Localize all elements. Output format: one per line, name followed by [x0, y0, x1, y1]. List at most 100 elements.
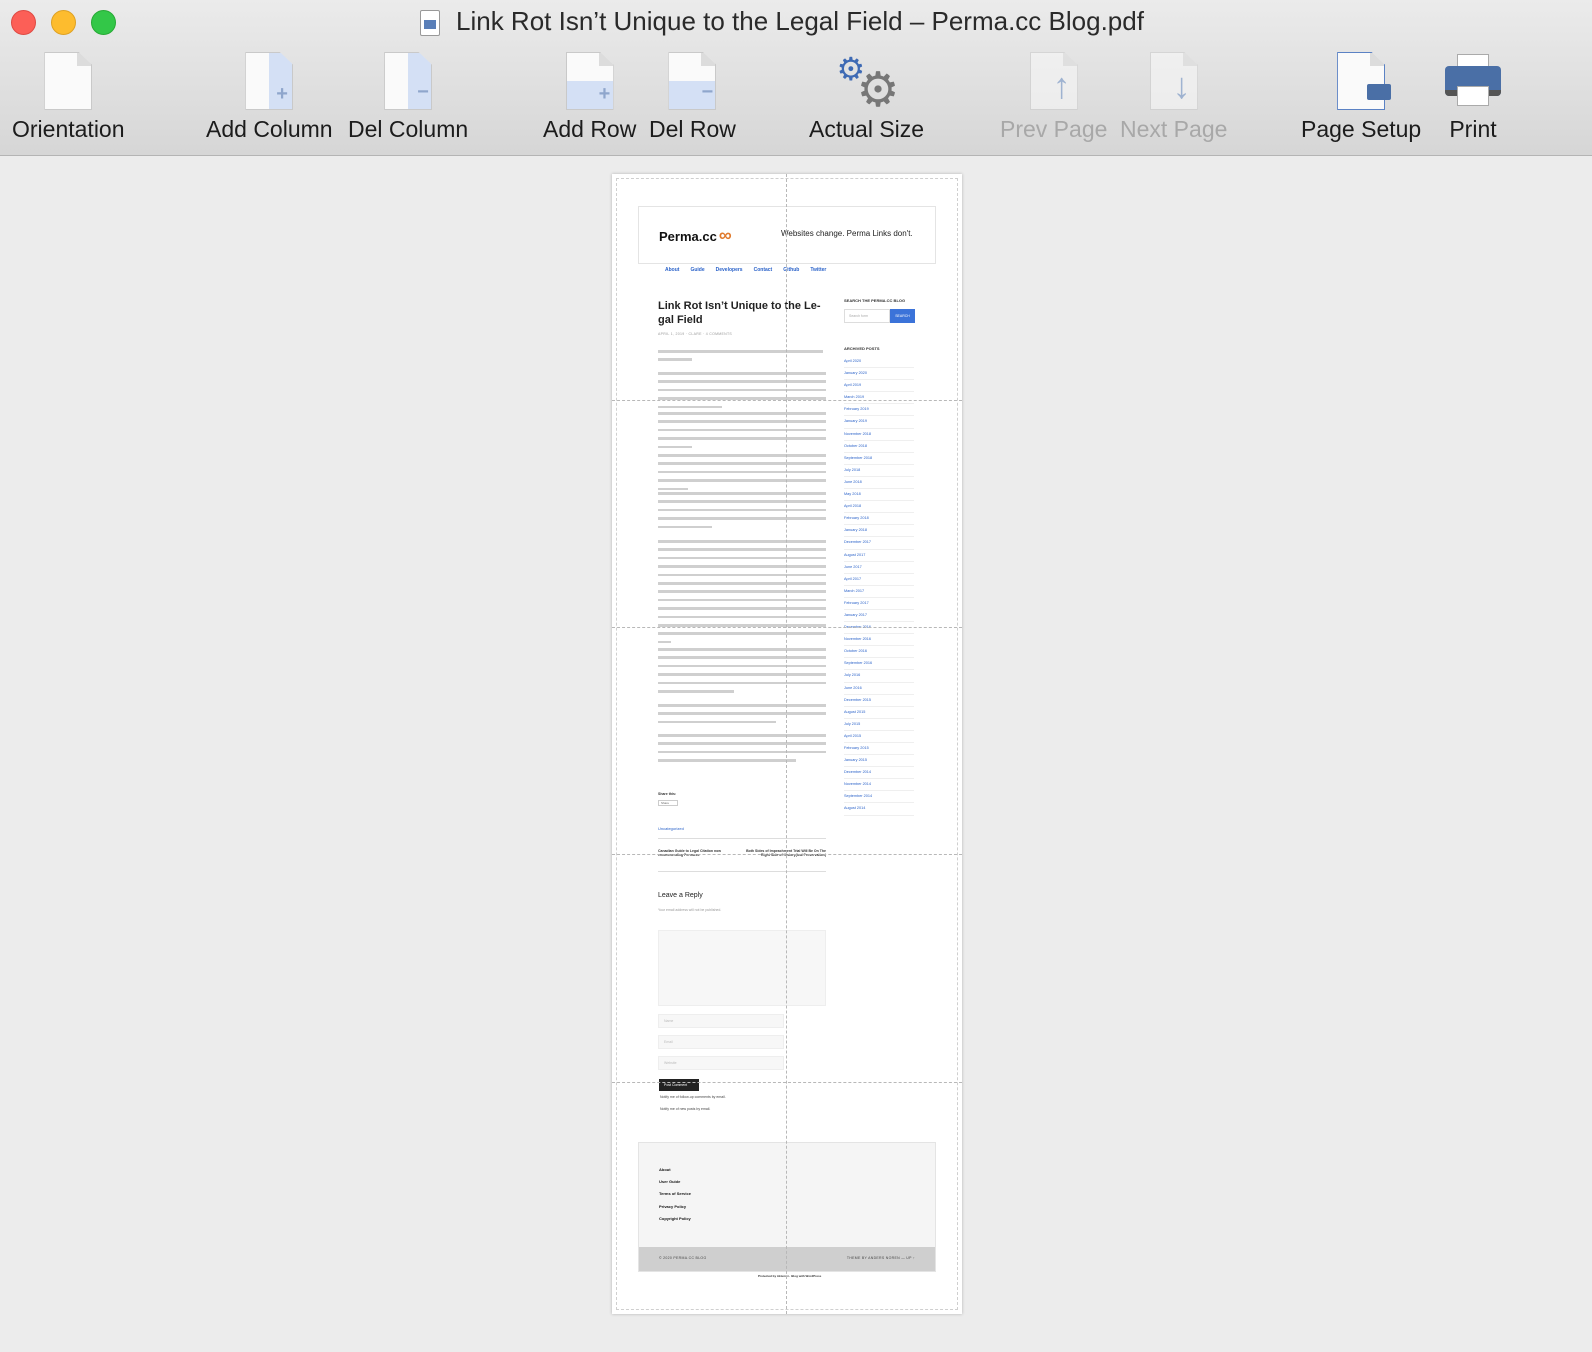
archive-link[interactable]: July 2016: [844, 670, 914, 683]
notify-followup-checkbox[interactable]: Notify me of follow-up comments by email…: [660, 1095, 726, 1099]
post-meta: APRIL 1, 2019 · CLARE · 4 COMMENTS: [658, 332, 733, 336]
archive-link[interactable]: April 2018: [844, 501, 914, 514]
close-window-button[interactable]: [11, 10, 36, 35]
archive-link[interactable]: September 2016: [844, 658, 914, 671]
archive-link[interactable]: September 2018: [844, 453, 914, 465]
del-column-button[interactable]: − Del Column: [348, 48, 468, 143]
site-nav: About Guide Developers Contact Github Tw…: [665, 267, 826, 273]
row-divider-guide[interactable]: [612, 627, 962, 628]
minimize-window-button[interactable]: [51, 10, 76, 35]
row-divider-guide[interactable]: [612, 1082, 962, 1083]
footer-link-user-guide[interactable]: User Guide: [659, 1179, 691, 1191]
archive-link[interactable]: February 2017: [844, 598, 914, 610]
footer-theme-credit: THEME BY ANDERS NOREN — UP ↑: [846, 1256, 915, 1260]
add-column-icon: +: [237, 48, 301, 114]
archive-link[interactable]: January 2020: [844, 368, 914, 381]
infinity-icon: ∞: [718, 225, 732, 245]
archives-title: ARCHIVED POSTS: [844, 346, 880, 351]
window-titlebar: Link Rot Isn’t Unique to the Legal Field…: [0, 0, 1592, 156]
archive-link[interactable]: November 2016: [844, 634, 914, 647]
archive-link[interactable]: January 2018: [844, 525, 914, 538]
add-row-icon: +: [558, 48, 622, 114]
nav-item-twitter: Twitter: [810, 267, 827, 273]
sidebar-search-title: SEARCH THE PERMA.CC BLOG: [844, 298, 906, 303]
archive-link[interactable]: June 2017: [844, 562, 914, 574]
nav-item-developers: Developers: [715, 267, 743, 273]
footer-link-copyright[interactable]: Copyright Policy: [659, 1216, 691, 1228]
archive-link[interactable]: February 2018: [844, 513, 914, 526]
name-field[interactable]: Name: [658, 1014, 784, 1028]
archive-link[interactable]: February 2019: [844, 404, 914, 417]
archive-link[interactable]: April 2019: [844, 380, 914, 393]
archive-link[interactable]: February 2015: [844, 743, 914, 756]
archive-link[interactable]: December 2015: [844, 695, 914, 707]
footer-link-privacy[interactable]: Privacy Policy: [659, 1204, 691, 1216]
actual-size-button[interactable]: ⚙ ⚙ Actual Size: [809, 48, 924, 143]
archive-link[interactable]: April 2015: [844, 731, 914, 743]
site-logo: Perma.cc ∞: [659, 225, 732, 245]
prev-page-label: Prev Page: [1000, 116, 1108, 142]
archive-link[interactable]: January 2015: [844, 755, 914, 768]
share-button[interactable]: Share: [658, 800, 678, 806]
arrow-down-icon: ↓: [1142, 48, 1206, 114]
archive-link[interactable]: July 2018: [844, 465, 914, 477]
body-paragraph: [658, 350, 826, 367]
print-button[interactable]: Print: [1441, 48, 1505, 143]
next-post-link[interactable]: Both Sides of Impeachment Trial Will Be …: [742, 849, 826, 857]
row-divider-guide[interactable]: [612, 400, 962, 401]
archive-link[interactable]: December 2016: [844, 622, 914, 635]
site-tagline: Websites change. Perma Links don't.: [781, 229, 913, 238]
archive-link[interactable]: January 2019: [844, 416, 914, 429]
next-page-button[interactable]: ↓ Next Page: [1120, 48, 1227, 143]
email-field[interactable]: Email: [658, 1035, 784, 1049]
archive-link[interactable]: September 2014: [844, 791, 914, 804]
prev-page-button[interactable]: ↑ Prev Page: [1000, 48, 1107, 143]
archive-link[interactable]: October 2016: [844, 646, 914, 659]
archive-link[interactable]: January 2017: [844, 610, 914, 623]
notify-new-posts-checkbox[interactable]: Notify me of new posts by email.: [660, 1107, 710, 1111]
archive-link[interactable]: March 2017: [844, 586, 914, 598]
post-comment-button[interactable]: Post Comment: [659, 1079, 699, 1091]
page-setup-button[interactable]: Page Setup: [1301, 48, 1421, 143]
archive-link[interactable]: August 2015: [844, 707, 914, 719]
powered-by: Protected by Akismet · Blog with WordPre…: [758, 1274, 822, 1278]
comment-textarea[interactable]: [658, 930, 826, 1006]
archive-link[interactable]: November 2018: [844, 429, 914, 441]
orientation-button[interactable]: Orientation: [12, 48, 125, 143]
archive-link[interactable]: June 2018: [844, 477, 914, 490]
archive-link[interactable]: December 2014: [844, 767, 914, 780]
website-field[interactable]: Website: [658, 1056, 784, 1070]
category-link[interactable]: Uncategorized: [658, 826, 684, 831]
window-title: Link Rot Isn’t Unique to the Legal Field…: [456, 6, 1144, 36]
footer-link-about[interactable]: About: [659, 1167, 691, 1179]
archive-link[interactable]: August 2017: [844, 550, 914, 562]
del-column-label: Del Column: [348, 116, 469, 142]
pdf-document-icon: [420, 10, 440, 36]
search-button[interactable]: SEARCH: [890, 309, 915, 323]
del-row-label: Del Row: [649, 116, 736, 142]
site-footer: About User Guide Terms of Service Privac…: [638, 1142, 936, 1272]
archive-link[interactable]: November 2014: [844, 779, 914, 792]
body-paragraph: [658, 372, 826, 414]
archive-link[interactable]: August 2014: [844, 803, 914, 816]
search-input[interactable]: Search form: [844, 309, 890, 323]
del-row-button[interactable]: − Del Row: [649, 48, 736, 143]
archive-link[interactable]: June 2016: [844, 683, 914, 695]
archive-link[interactable]: April 2017: [844, 574, 914, 586]
archive-link[interactable]: May 2018: [844, 489, 914, 502]
column-divider-guide[interactable]: [786, 174, 787, 1314]
del-row-icon: −: [660, 48, 724, 114]
previous-post-link[interactable]: Canadian Guide to Legal Citation now rec…: [658, 849, 738, 857]
archive-link[interactable]: December 2017: [844, 537, 914, 550]
row-divider-guide[interactable]: [612, 854, 962, 855]
archive-link[interactable]: March 2019: [844, 392, 914, 405]
post-title: Link Rot Isn’t Unique to the Le-gal Fiel…: [658, 300, 821, 326]
archive-link[interactable]: July 2015: [844, 719, 914, 731]
add-column-button[interactable]: + Add Column: [206, 48, 333, 143]
add-row-button[interactable]: + Add Row: [543, 48, 636, 143]
footer-link-terms[interactable]: Terms of Service: [659, 1191, 691, 1203]
archive-link[interactable]: October 2018: [844, 441, 914, 453]
body-paragraph: [658, 412, 826, 454]
zoom-window-button[interactable]: [91, 10, 116, 35]
archive-link[interactable]: April 2020: [844, 356, 914, 369]
